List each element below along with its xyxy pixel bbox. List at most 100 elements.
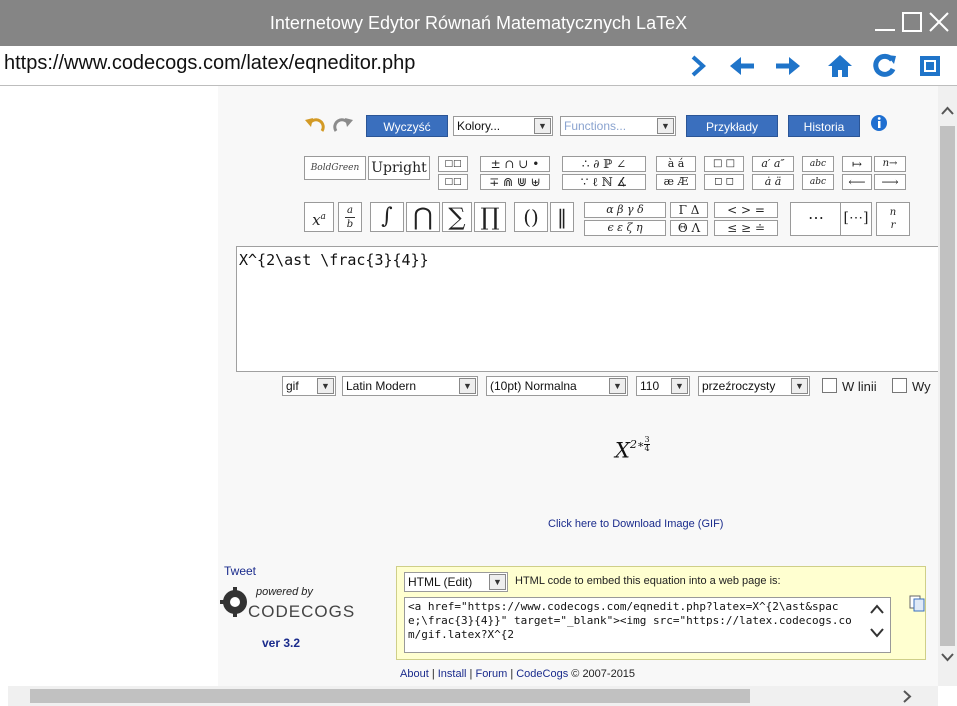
copy-icon[interactable] bbox=[908, 594, 926, 612]
colors-select[interactable]: Kolory... ▼ bbox=[453, 116, 553, 136]
chevron-up-icon[interactable] bbox=[869, 603, 885, 615]
url-field[interactable]: https://www.codecogs.com/latex/eqneditor… bbox=[4, 52, 415, 75]
limit-arrow-button[interactable]: n→ bbox=[874, 156, 906, 172]
equation-preview: X2∗ 3 4 bbox=[615, 436, 650, 463]
layout-button-1[interactable]: □□ bbox=[438, 156, 468, 172]
vertical-scroll-thumb[interactable] bbox=[940, 126, 955, 646]
undo-icon[interactable] bbox=[304, 115, 328, 135]
parentheses-button[interactable]: () bbox=[514, 202, 548, 232]
accents-row-2[interactable]: æ Æ bbox=[656, 174, 696, 190]
box-row-1[interactable]: □ □ bbox=[704, 156, 744, 172]
prime-row[interactable]: a′ a″ bbox=[752, 156, 794, 172]
chevron-down-icon: ▼ bbox=[791, 378, 808, 394]
title-bar: Internetowy Edytor Równań Matematycznych… bbox=[0, 0, 957, 46]
home-icon[interactable] bbox=[826, 52, 854, 80]
inline-checkbox[interactable] bbox=[822, 378, 837, 393]
upper-greek-row-2[interactable]: Θ Λ bbox=[670, 220, 708, 236]
background-select[interactable]: przeźroczysty ▼ bbox=[698, 376, 810, 396]
left-arrow-button[interactable]: ⟵ bbox=[842, 174, 872, 190]
latex-input[interactable]: X^{2\ast \frac{3}{4}} bbox=[236, 246, 938, 372]
format-select[interactable]: gif ▼ bbox=[282, 376, 336, 396]
wy-label: Wy bbox=[912, 379, 931, 394]
about-link[interactable]: About bbox=[400, 668, 429, 680]
operators-row-1[interactable]: ± ∩ ∪ • bbox=[480, 156, 550, 172]
box-row-2[interactable]: ◻ ◻ bbox=[704, 174, 744, 190]
fullscreen-icon[interactable] bbox=[916, 52, 944, 80]
logic-row-2[interactable]: ∵ ℓ ℕ ∡ bbox=[562, 174, 646, 190]
right-arrow-button[interactable]: ⟶ bbox=[874, 174, 906, 190]
install-link[interactable]: Install bbox=[438, 668, 467, 680]
format-select-value: gif bbox=[286, 379, 299, 393]
intersection-button[interactable]: ⋂ bbox=[406, 202, 440, 232]
upright-button[interactable]: Upright bbox=[368, 156, 430, 180]
browser-window: Internetowy Edytor Równań Matematycznych… bbox=[0, 0, 957, 706]
relations-row-1[interactable]: < > = bbox=[714, 202, 778, 218]
examples-button[interactable]: Przykłady bbox=[686, 115, 778, 137]
horizontal-scroll-thumb[interactable] bbox=[30, 689, 750, 703]
chevron-right-icon[interactable] bbox=[902, 690, 912, 703]
relations-row-2[interactable]: ≤ ≥ ≐ bbox=[714, 220, 778, 236]
horizontal-scrollbar[interactable] bbox=[8, 686, 938, 706]
download-image-link[interactable]: Click here to Download Image (GIF) bbox=[548, 518, 723, 530]
font-select[interactable]: Latin Modern ▼ bbox=[342, 376, 478, 396]
integral-button[interactable]: ∫ bbox=[370, 202, 404, 232]
forum-link[interactable]: Forum bbox=[475, 668, 507, 680]
embed-mode-select[interactable]: HTML (Edit) ▼ bbox=[404, 572, 508, 592]
greek-row-2[interactable]: ϵ ε ζ η bbox=[584, 220, 666, 236]
embed-code-textarea[interactable]: <a href="https://www.codecogs.com/eqnedi… bbox=[404, 597, 891, 653]
chevron-down-icon[interactable] bbox=[941, 652, 954, 662]
history-button[interactable]: Historia bbox=[788, 115, 860, 137]
refresh-icon[interactable] bbox=[870, 52, 898, 80]
abc-brace-button[interactable]: abc bbox=[802, 174, 834, 190]
tweet-link[interactable]: Tweet bbox=[224, 564, 256, 578]
chevron-down-icon: ▼ bbox=[657, 118, 674, 134]
boldgreen-button[interactable]: BoldGreen bbox=[304, 156, 366, 180]
dots-matrix-button[interactable]: ⋯ bbox=[790, 202, 844, 236]
norm-button[interactable]: ‖ bbox=[550, 202, 574, 232]
minimize-icon[interactable] bbox=[872, 9, 898, 35]
greek-row-1[interactable]: α β γ δ bbox=[584, 202, 666, 218]
size-select[interactable]: (10pt) Normalna ▼ bbox=[486, 376, 628, 396]
operators-row-2[interactable]: ∓ ⋒ ⋓ ⊎ bbox=[480, 174, 550, 190]
go-icon[interactable] bbox=[684, 52, 712, 80]
info-icon[interactable] bbox=[870, 114, 888, 132]
functions-select[interactable]: Functions... ▼ bbox=[560, 116, 676, 136]
binomial-bottom: r bbox=[890, 220, 896, 231]
dot-accents-row[interactable]: ȧ ä bbox=[752, 174, 794, 190]
forward-arrow-icon[interactable] bbox=[774, 52, 802, 80]
matrix-button[interactable]: [⋯] bbox=[840, 202, 872, 236]
sum-button[interactable]: ∑ bbox=[442, 202, 472, 232]
superscript-exp: a bbox=[320, 212, 326, 222]
inline-label: W linii bbox=[842, 379, 877, 394]
chevron-up-icon[interactable] bbox=[941, 106, 954, 116]
dpi-select-value: 110 bbox=[640, 379, 660, 393]
redo-icon[interactable] bbox=[330, 115, 354, 135]
footer: About | Install | Forum | CodeCogs © 200… bbox=[400, 668, 635, 680]
binomial-button[interactable]: nr bbox=[876, 202, 910, 236]
logic-row-1[interactable]: ∴ ∂ ℙ ∠ bbox=[562, 156, 646, 172]
maximize-icon[interactable] bbox=[899, 9, 925, 35]
product-button[interactable]: ∏ bbox=[474, 202, 506, 232]
chevron-down-icon: ▼ bbox=[534, 118, 551, 134]
fraction-button[interactable]: ab bbox=[338, 202, 362, 232]
fraction-denominator: b bbox=[345, 217, 355, 230]
abc-hat-button[interactable]: abc bbox=[802, 156, 834, 172]
codecogs-link[interactable]: CodeCogs bbox=[516, 668, 568, 680]
upper-greek-row-1[interactable]: Γ Δ bbox=[670, 202, 708, 218]
dpi-select[interactable]: 110 ▼ bbox=[636, 376, 690, 396]
chevron-down-icon[interactable] bbox=[869, 627, 885, 639]
codecogs-logo[interactable]: CODECOGS bbox=[248, 602, 355, 622]
mapsto-button[interactable]: ↦ bbox=[842, 156, 872, 172]
superscript-button[interactable]: xa bbox=[304, 202, 334, 232]
layout-button-2[interactable]: □□ bbox=[438, 174, 468, 190]
back-arrow-icon[interactable] bbox=[728, 52, 756, 80]
vertical-scrollbar[interactable] bbox=[938, 86, 957, 686]
address-bar: https://www.codecogs.com/latex/eqneditor… bbox=[0, 46, 957, 86]
wy-checkbox[interactable] bbox=[892, 378, 907, 393]
page-content: Wyczyść Kolory... ▼ Functions... ▼ Przykła… bbox=[8, 86, 938, 686]
codecogs-gear-icon bbox=[220, 587, 247, 617]
clear-button[interactable]: Wyczyść bbox=[366, 115, 448, 137]
chevron-down-icon: ▼ bbox=[609, 378, 626, 394]
accents-row-1[interactable]: à á bbox=[656, 156, 696, 172]
close-icon[interactable] bbox=[926, 9, 952, 35]
